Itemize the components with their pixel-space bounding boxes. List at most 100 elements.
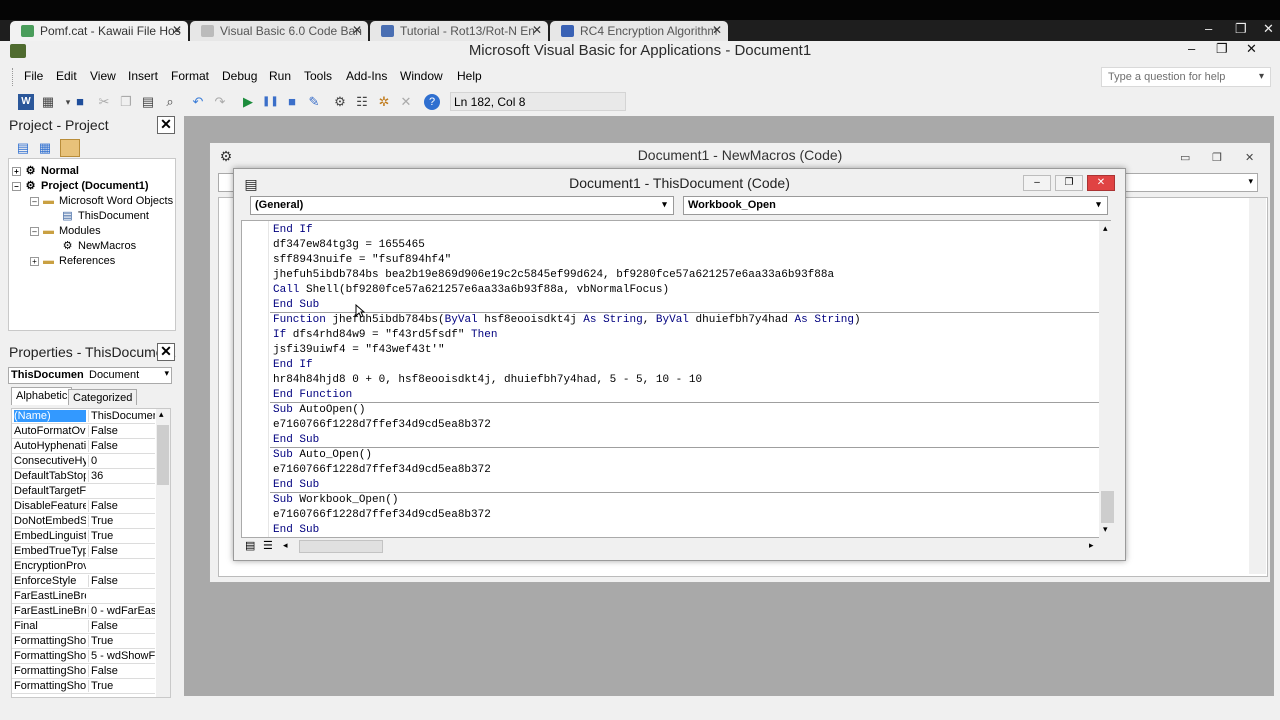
- property-row[interactable]: FarEastLineBrea0 - wdFarEastL: [12, 604, 155, 619]
- code-hscroll[interactable]: ▤ ☰ ◂ ▸: [241, 538, 1111, 555]
- cut-icon[interactable]: ✂: [96, 94, 112, 110]
- tree-node-word-objects[interactable]: – ▬ Microsoft Word Objects: [30, 195, 173, 207]
- save-icon[interactable]: ■: [72, 94, 88, 110]
- property-row[interactable]: FormattingShowTrue: [12, 679, 155, 694]
- undo-icon[interactable]: ↶: [190, 94, 206, 110]
- menu-file[interactable]: File: [24, 69, 43, 83]
- word-icon[interactable]: W: [18, 94, 34, 110]
- chevron-down-icon[interactable]: ▾: [1248, 176, 1253, 187]
- close-icon[interactable]: ✕: [532, 23, 542, 37]
- menu-help[interactable]: Help: [457, 69, 482, 83]
- menu-format[interactable]: Format: [171, 69, 209, 83]
- property-row[interactable]: FormattingShowFalse: [12, 664, 155, 679]
- expand-icon[interactable]: +: [12, 166, 21, 176]
- close-icon[interactable]: ✕: [712, 23, 722, 37]
- close-icon[interactable]: ✕: [1263, 21, 1274, 37]
- tree-node-thisdocument[interactable]: ▤ ThisDocument: [61, 210, 149, 222]
- property-row[interactable]: FormattingShow5 - wdShowFilt: [12, 649, 155, 664]
- properties-scrollbar[interactable]: ▴: [156, 409, 170, 697]
- restore-icon[interactable]: ❐: [1235, 21, 1247, 37]
- expand-icon[interactable]: +: [30, 256, 39, 266]
- close-icon[interactable]: ✕: [352, 23, 362, 37]
- scroll-thumb[interactable]: [157, 425, 169, 485]
- chevron-down-icon[interactable]: ▾: [164, 368, 169, 379]
- property-row[interactable]: FarEastLineBrea: [12, 589, 155, 604]
- minimize-icon[interactable]: –: [1205, 21, 1212, 36]
- property-row[interactable]: EmbedTrueTypeFalse: [12, 544, 155, 559]
- toggle-folders-icon[interactable]: [60, 139, 80, 157]
- view-object-icon[interactable]: ▦: [37, 140, 53, 156]
- browser-tab-3[interactable]: Tutorial - Rot13/Rot-N En ✕: [370, 21, 548, 41]
- scroll-thumb[interactable]: [1101, 491, 1114, 523]
- chevron-right-icon[interactable]: ▸: [1089, 540, 1094, 551]
- minimize-icon[interactable]: –: [1188, 41, 1195, 56]
- property-row[interactable]: EnforceStyle False: [12, 574, 155, 589]
- property-row[interactable]: DefaultTabStop 36: [12, 469, 155, 484]
- tree-node-normal[interactable]: + ⚙ Normal: [12, 165, 79, 177]
- property-row[interactable]: DefaultTargetFr: [12, 484, 155, 499]
- property-row[interactable]: Final False: [12, 619, 155, 634]
- collapse-icon[interactable]: –: [12, 181, 21, 191]
- code-editor[interactable]: End If df347ew84tg3g = 1655465 sff8943nu…: [241, 220, 1111, 538]
- chevron-down-icon[interactable]: ▾: [1259, 71, 1264, 82]
- tree-node-project-document1[interactable]: – ⚙ Project (Document1): [12, 180, 149, 192]
- view-code-icon[interactable]: ▤: [15, 140, 31, 156]
- menu-run[interactable]: Run: [269, 69, 291, 83]
- menu-tools[interactable]: Tools: [304, 69, 332, 83]
- browser-tab-1[interactable]: Pomf.cat - Kawaii File Hos ✕: [10, 21, 188, 41]
- procedure-select[interactable]: Workbook_Open ▾: [683, 196, 1108, 215]
- properties-window-icon[interactable]: ☷: [354, 94, 370, 110]
- code-vscroll[interactable]: ▴ ▾: [1099, 221, 1116, 538]
- menu-window[interactable]: Window: [400, 69, 443, 83]
- property-row[interactable]: (Name) ThisDocument: [12, 409, 155, 424]
- code-margin[interactable]: [242, 221, 269, 537]
- tab-alphabetic[interactable]: Alphabetic: [11, 387, 73, 405]
- copy-icon[interactable]: ❐: [118, 94, 134, 110]
- menu-edit[interactable]: Edit: [56, 69, 77, 83]
- property-row[interactable]: EmbedLinguisticTrue: [12, 529, 155, 544]
- object-select[interactable]: (General) ▾: [250, 196, 674, 215]
- tree-node-newmacros[interactable]: ⚙ NewMacros: [61, 240, 137, 252]
- chevron-down-icon[interactable]: ▾: [1093, 199, 1104, 212]
- restore-icon[interactable]: ❐: [1212, 151, 1222, 164]
- chevron-down-icon[interactable]: ▾: [659, 199, 670, 212]
- chevron-down-icon[interactable]: ▾: [1103, 524, 1108, 535]
- project-explorer-icon[interactable]: ⚙: [332, 94, 348, 110]
- properties-object-select[interactable]: ThisDocumen Document ▾: [8, 367, 172, 384]
- help-icon[interactable]: ?: [424, 94, 440, 110]
- full-module-view-icon[interactable]: ☰: [263, 539, 273, 552]
- tab-categorized[interactable]: Categorized: [68, 389, 138, 405]
- insert-userform-icon[interactable]: ▦: [40, 94, 56, 110]
- close-icon[interactable]: ✕: [1245, 151, 1254, 164]
- reset-icon[interactable]: ■: [284, 94, 300, 110]
- thisdocument-code-window[interactable]: ▤ Document1 - ThisDocument (Code) – ❐ ✕ …: [233, 168, 1126, 561]
- newmacros-proc-select[interactable]: ▾: [1122, 173, 1258, 192]
- newmacros-vscroll[interactable]: [1249, 198, 1266, 574]
- run-icon[interactable]: ▶: [240, 94, 256, 110]
- chevron-left-icon[interactable]: ◂: [283, 540, 288, 551]
- property-row[interactable]: AutoHyphenatic False: [12, 439, 155, 454]
- minimize-icon[interactable]: ▭: [1180, 151, 1190, 164]
- break-icon[interactable]: ❚❚: [262, 94, 279, 110]
- close-icon[interactable]: ✕: [1087, 175, 1115, 191]
- find-icon[interactable]: ⌕: [162, 94, 178, 110]
- property-row[interactable]: DoNotEmbedSysTrue: [12, 514, 155, 529]
- close-icon[interactable]: ✕: [157, 343, 175, 361]
- minimize-icon[interactable]: –: [1023, 175, 1051, 191]
- menu-view[interactable]: View: [90, 69, 116, 83]
- toolbox-icon[interactable]: ✕: [398, 94, 414, 110]
- collapse-icon[interactable]: –: [30, 196, 39, 206]
- property-row[interactable]: ConsecutiveHyp0: [12, 454, 155, 469]
- restore-icon[interactable]: ❐: [1216, 41, 1228, 57]
- close-icon[interactable]: ✕: [172, 23, 182, 37]
- property-row[interactable]: AutoFormatOve False: [12, 424, 155, 439]
- menu-addins[interactable]: Add-Ins: [346, 69, 387, 83]
- newmacros-object-select[interactable]: [218, 173, 234, 192]
- chevron-up-icon[interactable]: ▴: [1103, 223, 1108, 234]
- help-search-input[interactable]: Type a question for help ▾: [1101, 67, 1271, 87]
- property-row[interactable]: EncryptionProvi: [12, 559, 155, 574]
- property-row[interactable]: DisableFeaturesFalse: [12, 499, 155, 514]
- scroll-thumb[interactable]: [299, 540, 383, 553]
- tree-node-references[interactable]: + ▬ References: [30, 255, 115, 267]
- object-browser-icon[interactable]: ✲: [376, 94, 392, 110]
